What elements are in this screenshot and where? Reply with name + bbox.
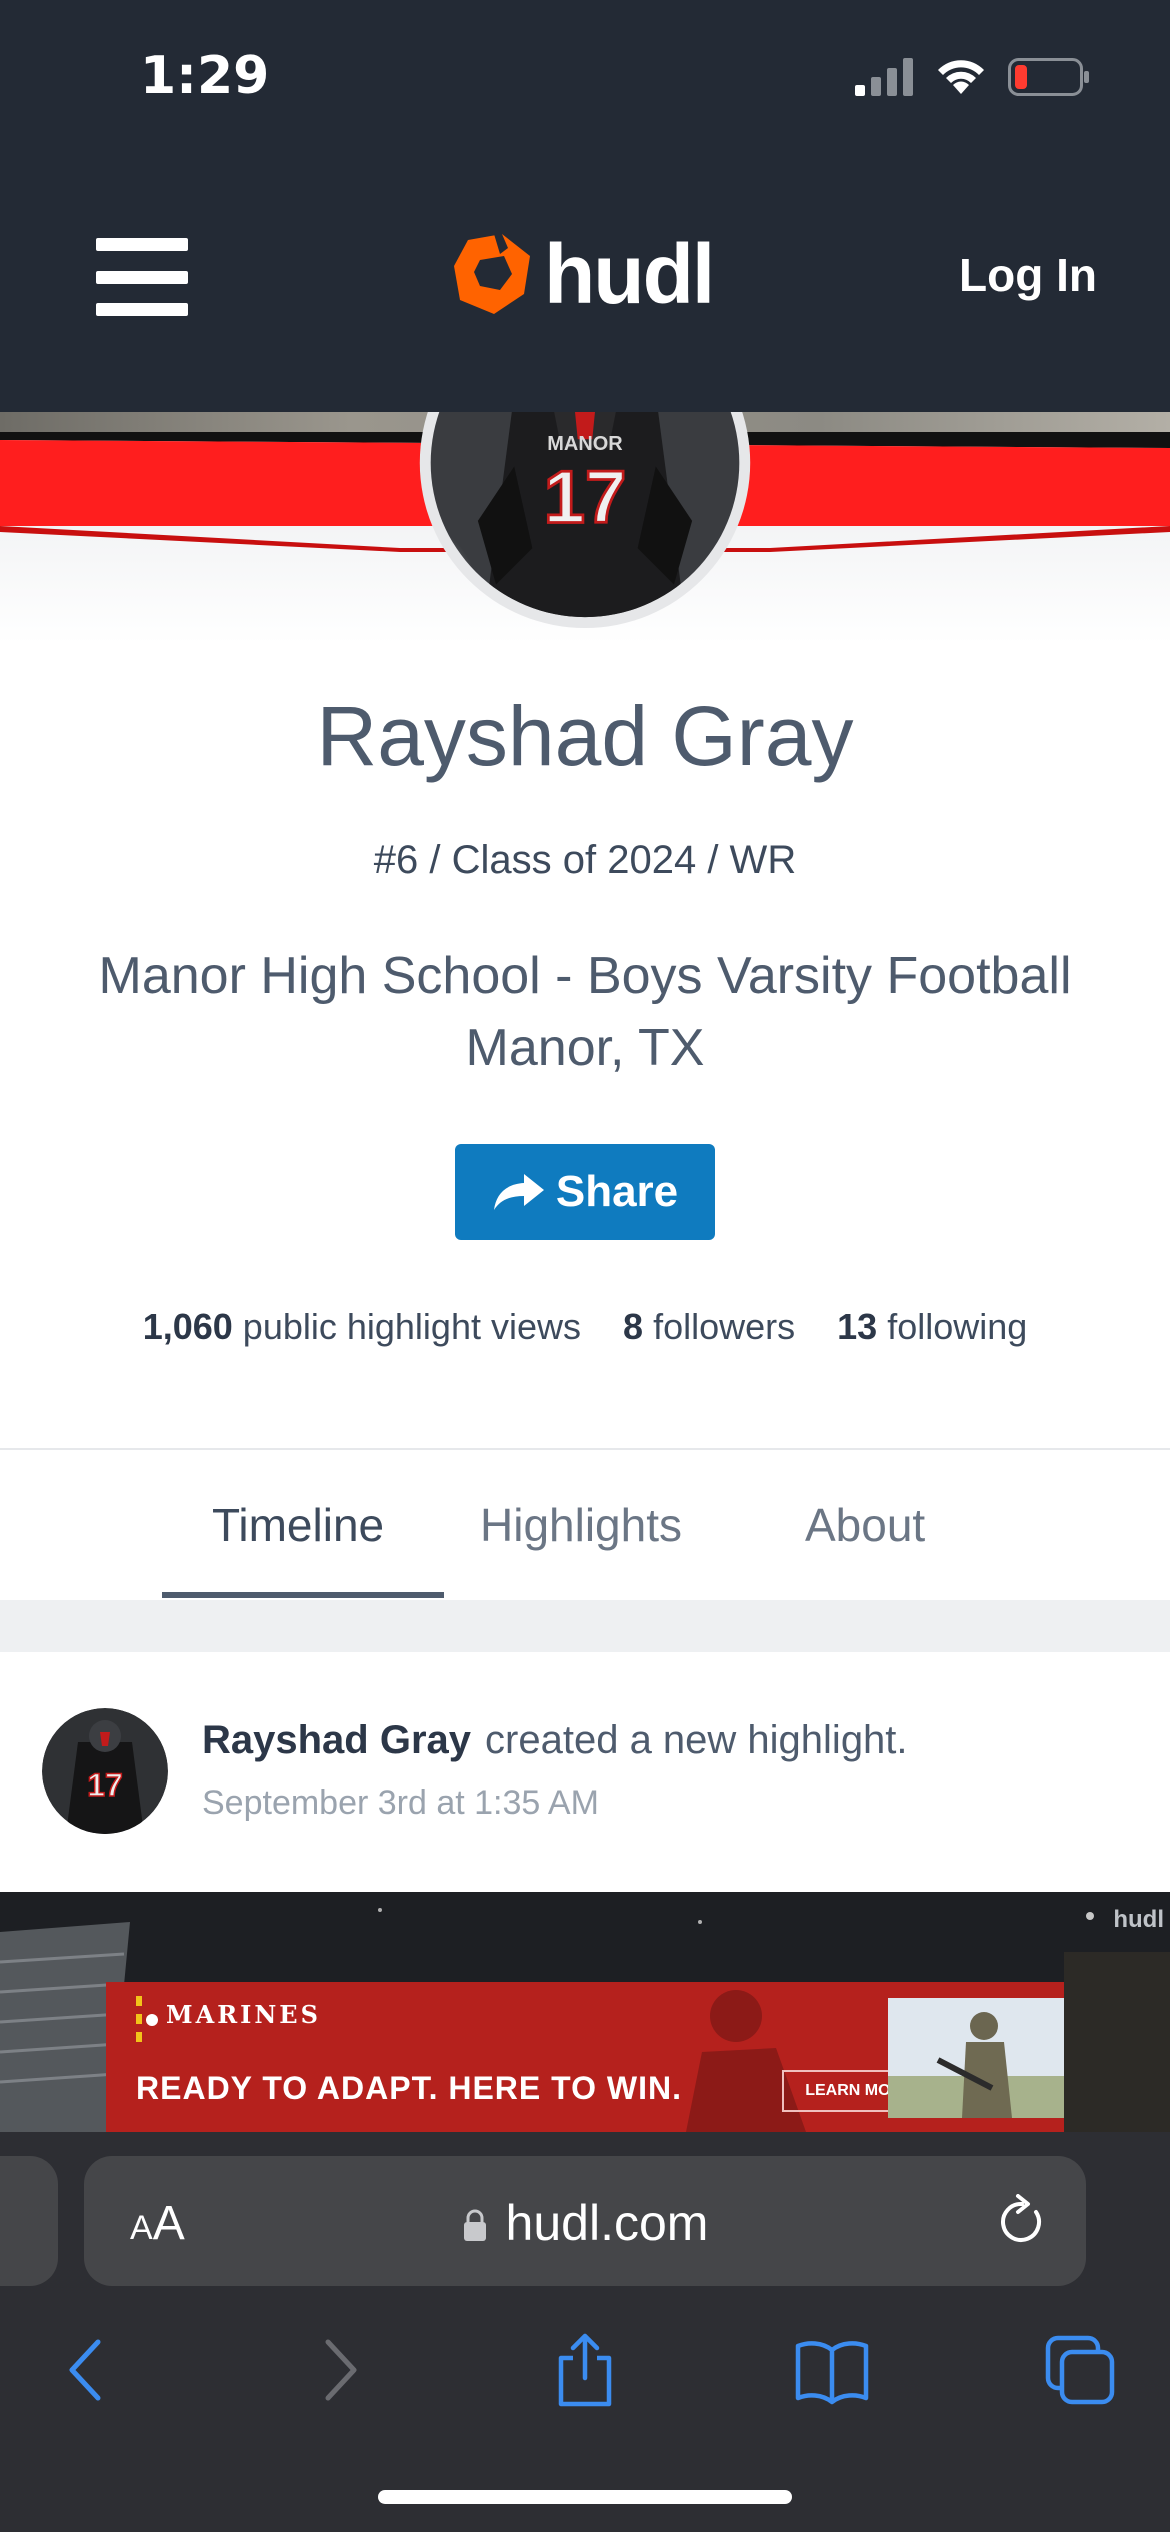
lock-icon [463, 2209, 486, 2241]
followers-label[interactable]: followers [653, 1306, 795, 1347]
marines-ad[interactable]: MARINES READY TO ADAPT. HERE TO WIN. LEA… [106, 1982, 1064, 2132]
feed-item: 17 Rayshad Gray created a new highlight. … [0, 1652, 1170, 1892]
previous-tab-preview[interactable] [0, 2156, 58, 2286]
following-label[interactable]: following [887, 1306, 1027, 1347]
wifi-icon [938, 60, 984, 94]
feed-author[interactable]: Rayshad Gray [202, 1718, 471, 1762]
hudl-logo[interactable]: hudl [450, 227, 715, 321]
ad-brand: MARINES [166, 2000, 321, 2029]
address-bar[interactable]: AA hudl.com [84, 2156, 1086, 2286]
tab-highlights[interactable]: Highlights [480, 1498, 682, 1552]
url-display[interactable]: hudl.com [84, 2194, 1086, 2252]
menu-button[interactable] [96, 238, 188, 316]
app-header: 1:29 hudl Log In [0, 0, 1170, 412]
logo-text: hudl [544, 227, 715, 321]
hudl-logo-icon [454, 234, 530, 314]
share-label: Share [555, 1167, 679, 1216]
followers-count[interactable]: 8 [623, 1306, 643, 1347]
jersey-number: 17 [544, 456, 627, 539]
share-arrow-icon [493, 1174, 544, 1210]
feed-headline: Rayshad Gray created a new highlight. [202, 1718, 908, 1763]
share-sheet-icon[interactable] [547, 2332, 623, 2408]
tab-timeline[interactable]: Timeline [212, 1498, 384, 1552]
video-watermark: hudl [1113, 1906, 1164, 1933]
feed-avatar[interactable]: 17 [42, 1708, 168, 1834]
signal-icon [855, 58, 913, 96]
url-text: hudl.com [505, 2195, 709, 2251]
athlete-meta: #6 / Class of 2024 / WR [373, 838, 797, 882]
ad-photo [888, 1998, 1064, 2118]
login-link[interactable]: Log In [959, 248, 1097, 302]
athlete-name: Rayshad Gray [316, 689, 854, 783]
school-name: Manor High School - Boys Varsity Footbal… [98, 947, 1072, 1005]
team-info: Manor High School - Boys Varsity Footbal… [0, 940, 1170, 1084]
menu-icon-bar [96, 238, 188, 251]
ad-emblem-icon [136, 1996, 158, 2042]
safari-toolbar: AA hudl.com [0, 2132, 1170, 2532]
views-count: 1,060 [142, 1306, 233, 1347]
menu-icon-bar [96, 303, 188, 316]
bookmarks-icon[interactable] [794, 2332, 870, 2408]
jersey-text: MANOR [547, 433, 622, 455]
ad-headline: READY TO ADAPT. HERE TO WIN. [136, 2070, 682, 2106]
back-icon[interactable] [50, 2332, 126, 2408]
tabs-icon[interactable] [1042, 2332, 1118, 2408]
views-label: public highlight views [242, 1306, 581, 1347]
home-indicator [378, 2490, 792, 2504]
profile-stats: 1,060 public highlight views 8 followers… [0, 1306, 1170, 1348]
school-location: Manor, TX [465, 1019, 705, 1077]
feed-action: created a new highlight. [485, 1718, 908, 1762]
reload-icon[interactable] [996, 2194, 1048, 2248]
profile-tabs: Timeline Highlights About [0, 1450, 1170, 1600]
tab-about[interactable]: About [805, 1498, 925, 1552]
share-button[interactable]: Share [455, 1144, 715, 1240]
feed-separator [0, 1600, 1170, 1652]
feed-jersey-number: 17 [87, 1767, 123, 1803]
active-tab-indicator [162, 1592, 444, 1598]
menu-icon-bar [96, 270, 188, 284]
following-count[interactable]: 13 [837, 1306, 877, 1347]
status-time: 1:29 [140, 46, 270, 106]
feed-timestamp: September 3rd at 1:35 AM [202, 1784, 599, 1822]
forward-icon[interactable] [300, 2332, 376, 2408]
battery-icon [1008, 58, 1089, 96]
